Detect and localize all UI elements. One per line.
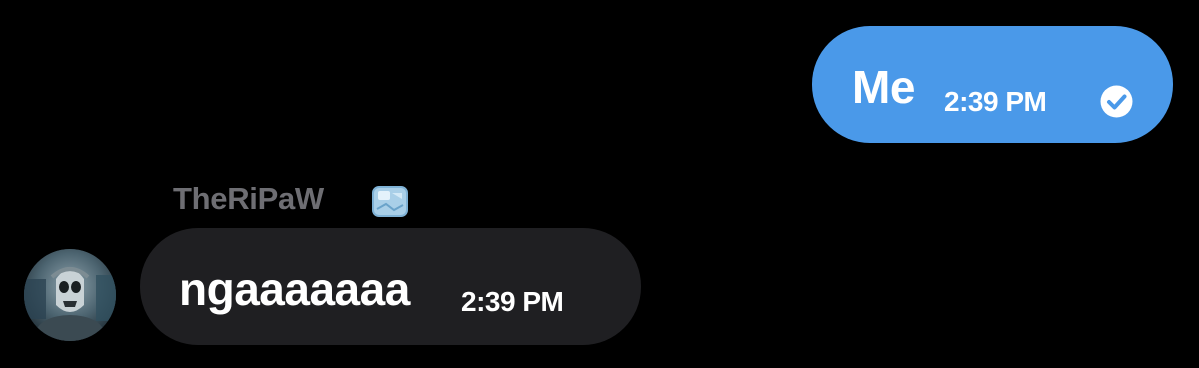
ice-cube-icon — [372, 186, 408, 217]
read-check-icon — [1100, 85, 1133, 118]
chat-thread: Me 2:39 PM TheRiPaW ngaaaaaaa 2:39 PM — [0, 0, 1199, 368]
sender-name[interactable]: TheRiPaW — [173, 181, 324, 217]
outgoing-message-bubble[interactable]: Me 2:39 PM — [812, 26, 1173, 143]
outgoing-message-time: 2:39 PM — [944, 86, 1047, 117]
avatar-image — [24, 249, 116, 341]
outgoing-message-text: Me — [852, 61, 915, 113]
incoming-message-text: ngaaaaaaa — [179, 263, 410, 315]
avatar[interactable] — [24, 249, 116, 341]
incoming-message-time: 2:39 PM — [461, 286, 564, 317]
incoming-message-bubble[interactable]: ngaaaaaaa 2:39 PM — [140, 228, 641, 345]
